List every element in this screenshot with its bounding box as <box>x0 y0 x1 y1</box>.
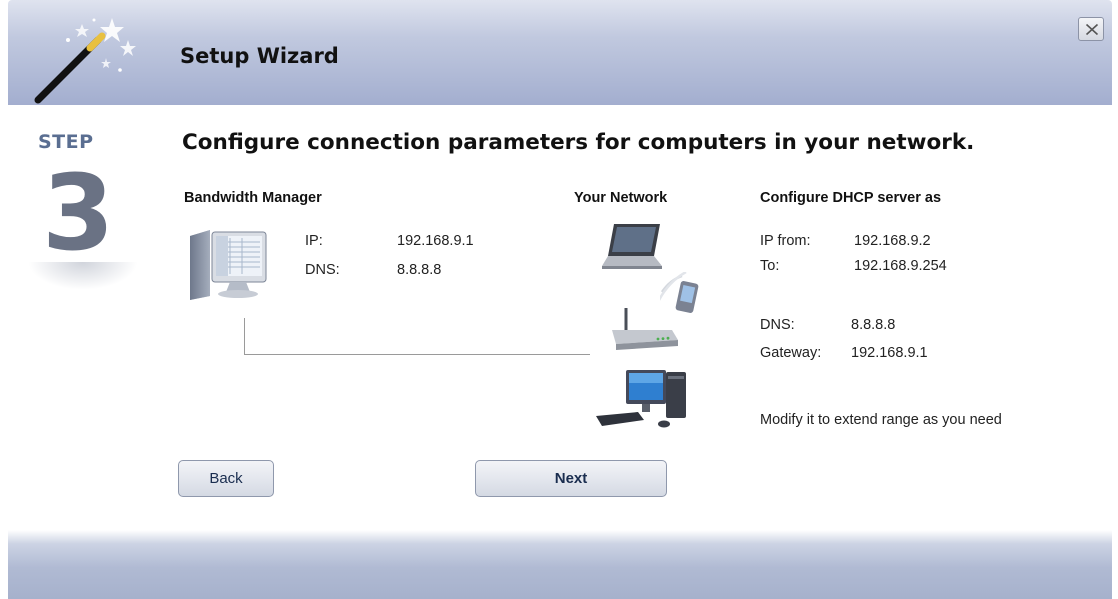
window-title: Setup Wizard <box>180 44 339 68</box>
dhcp-range-note: Modify it to extend range as you need <box>760 412 1002 428</box>
dhcp-dns-value: 8.8.8.8 <box>851 317 896 333</box>
dhcp-gateway-label: Gateway: <box>760 345 822 361</box>
step-label: STEP <box>38 131 94 153</box>
close-icon <box>1085 23 1099 36</box>
close-button[interactable] <box>1078 17 1104 41</box>
setup-wizard-dialog: Setup Wizard STEP 3 Configure connection… <box>8 0 1112 599</box>
laptop-icon <box>602 224 662 269</box>
connection-line-vertical <box>244 318 245 355</box>
dhcp-dns-label: DNS: <box>760 317 795 333</box>
router-icon <box>612 308 678 350</box>
dhcp-to-value: 192.168.9.254 <box>854 258 947 274</box>
next-button[interactable]: Next <box>475 460 667 497</box>
dhcp-ip-from-value: 192.168.9.2 <box>854 233 931 249</box>
step-number: 3 <box>42 152 115 274</box>
footer-bar <box>8 530 1112 599</box>
bandwidth-manager-title: Bandwidth Manager <box>184 190 322 206</box>
bm-dns-label: DNS: <box>305 262 340 278</box>
back-button[interactable]: Back <box>178 460 274 497</box>
dhcp-title: Configure DHCP server as <box>760 190 942 206</box>
step-number-reflection <box>28 262 138 290</box>
page-heading: Configure connection parameters for comp… <box>182 130 975 155</box>
dhcp-ip-from-label: IP from: <box>760 233 811 249</box>
your-network-title: Your Network <box>574 190 668 206</box>
magic-wand-icon <box>34 18 136 104</box>
title-bar: Setup Wizard <box>8 0 1112 105</box>
dhcp-gateway-value: 192.168.9.1 <box>851 345 928 361</box>
bm-ip-label: IP: <box>305 233 323 249</box>
server-computer-icon <box>190 230 267 300</box>
connection-line-horizontal <box>244 354 590 355</box>
bm-dns-value: 8.8.8.8 <box>397 262 442 278</box>
desktop-pc-icon <box>596 370 686 428</box>
bm-ip-value: 192.168.9.1 <box>397 233 474 249</box>
dhcp-to-label: To: <box>760 258 780 274</box>
